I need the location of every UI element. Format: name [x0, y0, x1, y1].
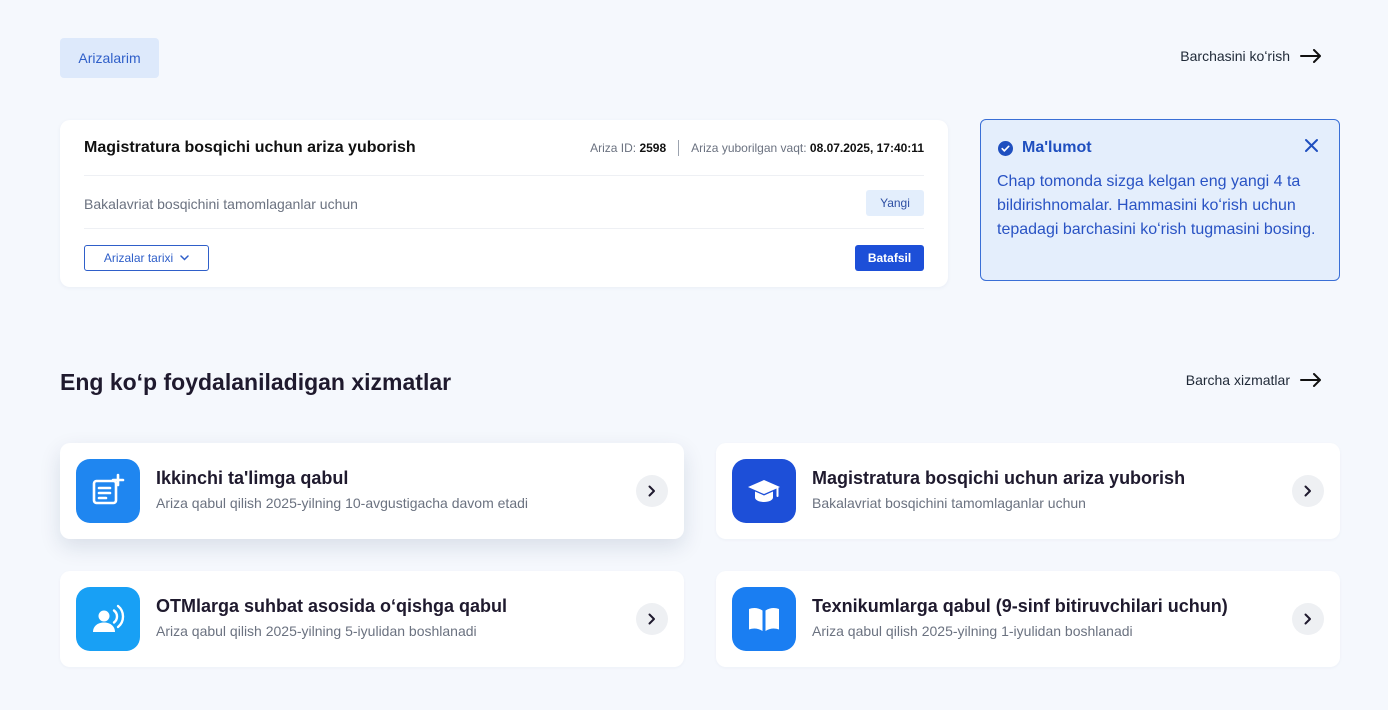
info-body: Chap tomonda sizga kelgan eng yangi 4 ta…	[997, 173, 1316, 238]
application-card: Magistratura bosqichi uchun ariza yubori…	[60, 120, 948, 287]
service-card[interactable]: Magistratura bosqichi uchun ariza yubori…	[716, 443, 1340, 539]
service-open-button[interactable]	[1292, 475, 1324, 507]
history-dropdown-button[interactable]: Arizalar tarixi	[84, 245, 209, 271]
sent-time-label: Ariza yuborilgan vaqt:	[691, 141, 807, 155]
service-icon-tile	[76, 459, 140, 523]
application-meta: Ariza ID: 2598 Ariza yuborilgan vaqt: 08…	[590, 140, 924, 156]
meta-divider	[678, 140, 680, 156]
all-services-label: Barcha xizmatlar	[1185, 372, 1290, 388]
graduation-cap-icon	[748, 480, 780, 502]
sent-time-value: 08.07.2025, 17:40:11	[809, 141, 924, 155]
arrow-right-icon	[1300, 373, 1321, 387]
service-open-button[interactable]	[1292, 603, 1324, 635]
application-title: Magistratura bosqichi uchun ariza yubori…	[84, 139, 416, 156]
chevron-right-icon	[648, 613, 655, 625]
service-title: Magistratura bosqichi uchun ariza yubori…	[812, 468, 1186, 488]
see-all-label: Barchasini koʻrish	[1180, 48, 1290, 64]
service-title: OTMlarga suhbat asosida oʻqishga qabul	[156, 596, 508, 616]
info-title: Ma'lumot	[1022, 139, 1092, 156]
application-id-value: 2598	[639, 141, 667, 155]
service-icon-tile	[732, 587, 796, 651]
divider	[84, 228, 924, 229]
service-open-button[interactable]	[636, 603, 668, 635]
info-header: Ma'lumot	[998, 139, 1092, 157]
document-add-icon	[92, 473, 125, 505]
all-services-link[interactable]: Barcha xizmatlar	[1186, 372, 1322, 388]
tab-applications[interactable]: Arizalarim	[60, 38, 159, 78]
service-card[interactable]: OTMlarga suhbat asosida oʻqishga qabul A…	[60, 571, 684, 667]
service-icon-tile	[732, 459, 796, 523]
service-icon-tile	[76, 587, 140, 651]
chevron-right-icon	[1304, 485, 1311, 497]
chevron-down-icon	[180, 255, 189, 261]
divider	[84, 175, 924, 176]
chevron-right-icon	[648, 485, 655, 497]
service-card[interactable]: Ikkinchi ta'limga qabul Ariza qabul qili…	[60, 443, 684, 539]
check-circle-icon	[998, 140, 1013, 156]
chevron-right-icon	[1304, 613, 1311, 625]
application-description: Bakalavriat bosqichini tamomlaganlar uch…	[84, 196, 358, 212]
history-label: Arizalar tarixi	[103, 251, 174, 265]
application-id-label: Ariza ID:	[590, 141, 637, 155]
book-icon	[749, 608, 779, 631]
info-panel: Ma'lumot Chap tomonda sizga kelgan eng y…	[980, 119, 1340, 281]
section-title: Eng koʻp foydalaniladigan xizmatlar	[60, 369, 452, 395]
service-subtitle: Ariza qabul qilish 2025-yilning 10-avgus…	[156, 495, 529, 511]
service-subtitle: Bakalavriat bosqichini tamomlaganlar uch…	[812, 495, 1086, 511]
arrow-right-icon	[1300, 49, 1321, 63]
user-speaking-icon	[93, 604, 125, 632]
service-open-button[interactable]	[636, 475, 668, 507]
service-title: Texnikumlarga qabul (9-sinf bitiruvchila…	[812, 596, 1228, 616]
close-icon[interactable]	[1304, 138, 1319, 153]
details-button[interactable]: Batafsil	[855, 245, 924, 271]
status-badge: Yangi	[866, 190, 924, 216]
service-subtitle: Ariza qabul qilish 2025-yilning 5-iyulid…	[156, 623, 477, 639]
service-title: Ikkinchi ta'limga qabul	[156, 468, 349, 488]
service-card[interactable]: Texnikumlarga qabul (9-sinf bitiruvchila…	[716, 571, 1340, 667]
see-all-link[interactable]: Barchasini koʻrish	[1180, 48, 1322, 64]
service-subtitle: Ariza qabul qilish 2025-yilning 1-iyulid…	[812, 623, 1133, 639]
